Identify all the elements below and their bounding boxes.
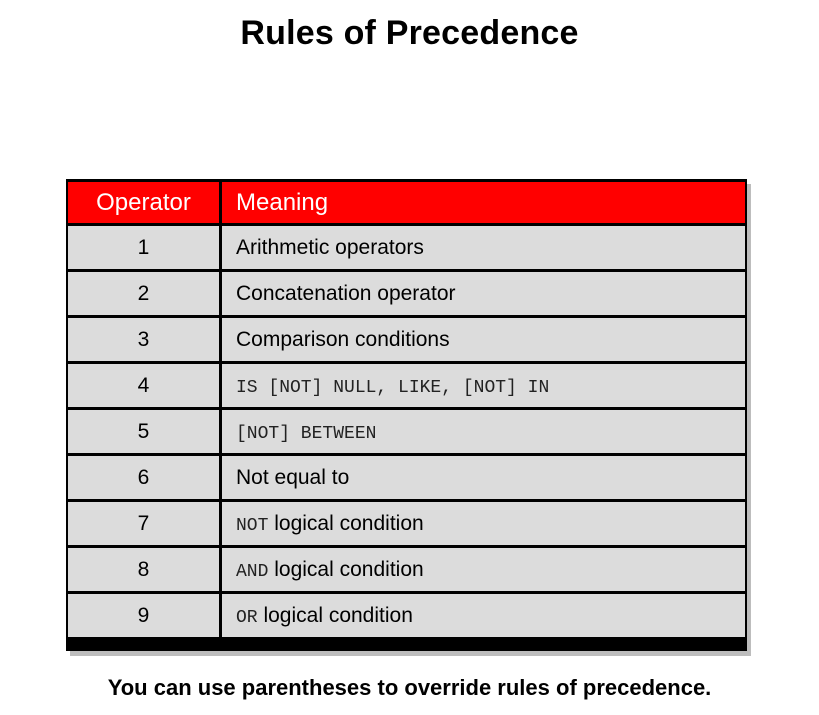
operator-number: 4 xyxy=(68,364,219,407)
meaning-cell: OR logical condition xyxy=(222,594,745,637)
meaning-code: OR xyxy=(236,608,258,628)
operator-number: 7 xyxy=(68,502,219,545)
operator-number: 5 xyxy=(68,410,219,453)
table-body: 1 Arithmetic operators 2 Concatenation o… xyxy=(68,226,745,637)
meaning-code: AND xyxy=(236,562,269,582)
meaning-cell: Arithmetic operators xyxy=(222,226,745,269)
page-title: Rules of Precedence xyxy=(240,14,579,52)
operator-number: 3 xyxy=(68,318,219,361)
meaning-text: Concatenation operator xyxy=(236,282,456,305)
meaning-cell: NOT logical condition xyxy=(222,502,745,545)
header-operator: Operator xyxy=(96,189,191,216)
meaning-cell: [NOT] BETWEEN xyxy=(222,410,745,453)
operator-number: 9 xyxy=(68,594,219,637)
meaning-cell: AND logical condition xyxy=(222,548,745,591)
meaning-code: IS [NOT] NULL, LIKE, [NOT] IN xyxy=(236,378,550,398)
table-row: 3 Comparison conditions xyxy=(68,318,745,361)
table-row: 5 [NOT] BETWEEN xyxy=(68,410,745,453)
meaning-text: Not equal to xyxy=(236,466,350,489)
table-row: 7 NOT logical condition xyxy=(68,502,745,545)
meaning-cell: Comparison conditions xyxy=(222,318,745,361)
table-row: 4 IS [NOT] NULL, LIKE, [NOT] IN xyxy=(68,364,745,407)
operator-number: 6 xyxy=(68,456,219,499)
operator-number: 1 xyxy=(68,226,219,269)
operator-number: 2 xyxy=(68,272,219,315)
header-divider xyxy=(219,182,222,223)
footer-note: You can use parentheses to override rule… xyxy=(107,675,712,700)
table-row: 2 Concatenation operator xyxy=(68,272,745,315)
precedence-table: Operator Meaning 1 Arithmetic operators … xyxy=(66,179,747,651)
table-row: 8 AND logical condition xyxy=(68,548,745,591)
header-meaning: Meaning xyxy=(236,189,329,216)
table-row: 1 Arithmetic operators xyxy=(68,226,745,269)
meaning-code: [NOT] BETWEEN xyxy=(236,424,377,444)
meaning-text: logical condition xyxy=(268,512,424,535)
meaning-cell: Not equal to xyxy=(222,456,745,499)
meaning-cell: Concatenation operator xyxy=(222,272,745,315)
meaning-text: Arithmetic operators xyxy=(236,236,424,259)
table-row: 6 Not equal to xyxy=(68,456,745,499)
operator-number: 8 xyxy=(68,548,219,591)
meaning-text: Comparison conditions xyxy=(236,328,450,351)
meaning-code: NOT xyxy=(236,516,269,536)
table-header: Operator Meaning xyxy=(68,182,745,223)
meaning-text: logical condition xyxy=(268,558,424,581)
meaning-text: logical condition xyxy=(257,604,413,627)
table-row: 9 OR logical condition xyxy=(68,594,745,637)
meaning-cell: IS [NOT] NULL, LIKE, [NOT] IN xyxy=(222,364,745,407)
